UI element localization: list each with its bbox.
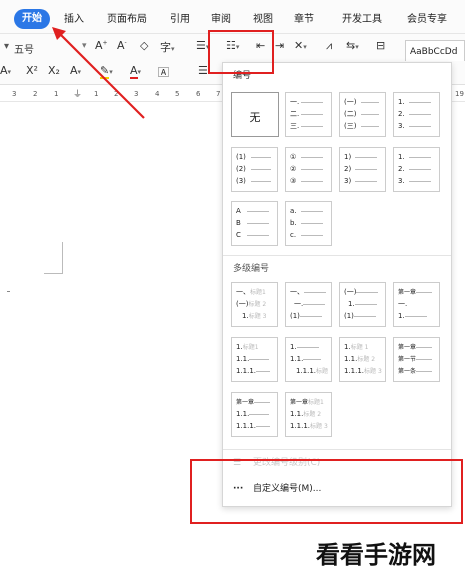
arrow-line: [59, 33, 145, 119]
annotation-arrow: [52, 27, 145, 119]
watermark-text: 看看手游网: [316, 540, 436, 569]
